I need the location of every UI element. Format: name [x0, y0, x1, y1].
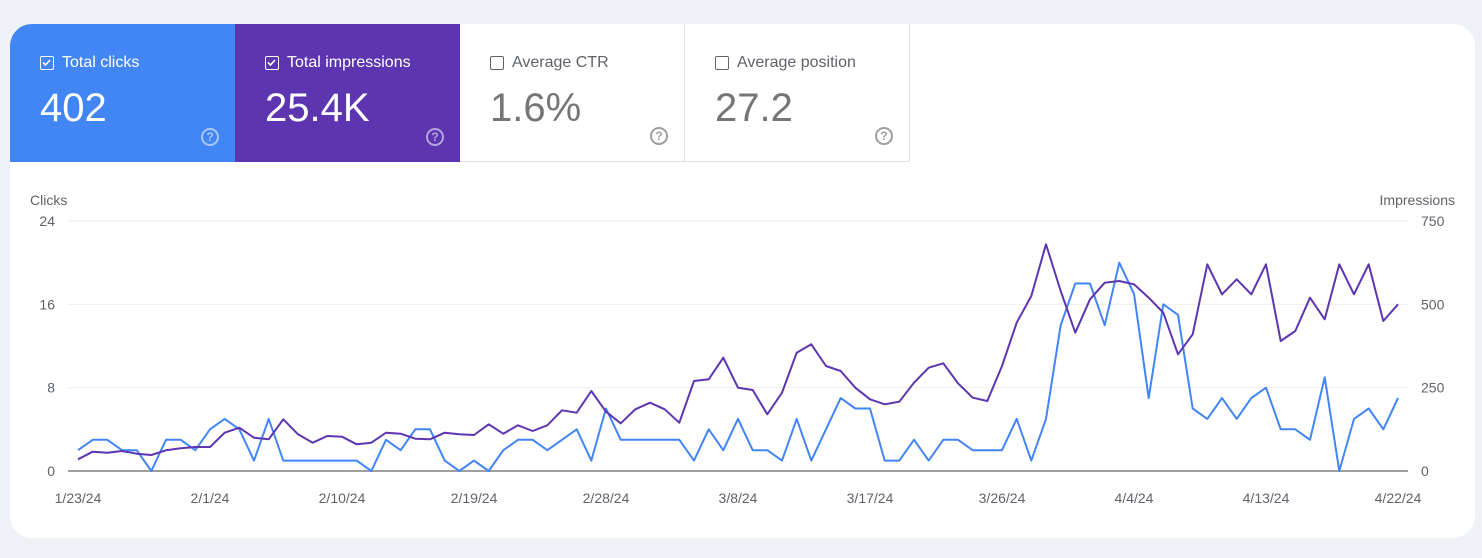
- metric-value: 27.2: [715, 84, 793, 132]
- y-axis-title-right: Impressions: [1380, 192, 1455, 208]
- y-tick-label-right: 0: [1421, 463, 1429, 479]
- metric-label: Total clicks: [62, 54, 139, 72]
- series-line-clicks: [78, 263, 1398, 471]
- metric-header: Average position: [715, 54, 856, 72]
- checkbox-icon[interactable]: [265, 56, 279, 70]
- metric-header: Average CTR: [490, 54, 609, 72]
- metric-label: Total impressions: [287, 54, 411, 72]
- metric-tile-average-position[interactable]: Average position 27.2 ?: [685, 24, 910, 162]
- y-tick-label-right: 500: [1421, 296, 1445, 312]
- x-tick-label: 2/1/24: [191, 490, 230, 506]
- checkbox-icon[interactable]: [715, 56, 729, 70]
- metric-value: 25.4K: [265, 84, 370, 132]
- x-tick-label: 2/28/24: [583, 490, 630, 506]
- help-circle-icon[interactable]: ?: [875, 127, 893, 145]
- help-circle-icon[interactable]: ?: [650, 127, 668, 145]
- metric-tile-total-clicks[interactable]: Total clicks 402 ?: [10, 24, 235, 162]
- x-tick-label: 3/8/24: [719, 490, 758, 506]
- metric-label: Average position: [737, 54, 856, 72]
- checkbox-icon[interactable]: [490, 56, 504, 70]
- x-tick-label: 2/19/24: [451, 490, 498, 506]
- performance-chart: Clicks Impressions 0 0 8 250 16 500 24 750 1/23/24…: [10, 174, 1475, 538]
- x-tick-label: 4/22/24: [1375, 490, 1422, 506]
- metric-tile-average-ctr[interactable]: Average CTR 1.6% ?: [460, 24, 685, 162]
- y-tick-label-left: 0: [47, 463, 55, 479]
- performance-card: Total clicks 402 ? Total impressions 25.…: [10, 24, 1475, 538]
- series-line-impressions: [78, 244, 1398, 459]
- metric-value: 402: [40, 84, 107, 132]
- x-tick-label: 4/4/24: [1115, 490, 1154, 506]
- x-tick-label: 3/17/24: [847, 490, 894, 506]
- metric-tiles: Total clicks 402 ? Total impressions 25.…: [10, 24, 910, 162]
- x-tick-label: 3/26/24: [979, 490, 1026, 506]
- metric-header: Total clicks: [40, 54, 139, 72]
- metric-value: 1.6%: [490, 84, 581, 132]
- y-tick-label-right: 250: [1421, 380, 1445, 396]
- help-circle-icon[interactable]: ?: [426, 128, 444, 146]
- y-axis-title-left: Clicks: [30, 192, 67, 208]
- metric-label: Average CTR: [512, 54, 609, 72]
- y-tick-label-right: 750: [1421, 213, 1445, 229]
- y-tick-label-left: 16: [39, 296, 55, 312]
- x-tick-label: 1/23/24: [55, 490, 102, 506]
- metric-header: Total impressions: [265, 54, 411, 72]
- help-circle-icon[interactable]: ?: [201, 128, 219, 146]
- y-tick-label-left: 8: [47, 380, 55, 396]
- x-tick-label: 4/13/24: [1243, 490, 1290, 506]
- checkbox-icon[interactable]: [40, 56, 54, 70]
- y-tick-label-left: 24: [39, 213, 55, 229]
- x-tick-label: 2/10/24: [319, 490, 366, 506]
- metric-tile-total-impressions[interactable]: Total impressions 25.4K ?: [235, 24, 460, 162]
